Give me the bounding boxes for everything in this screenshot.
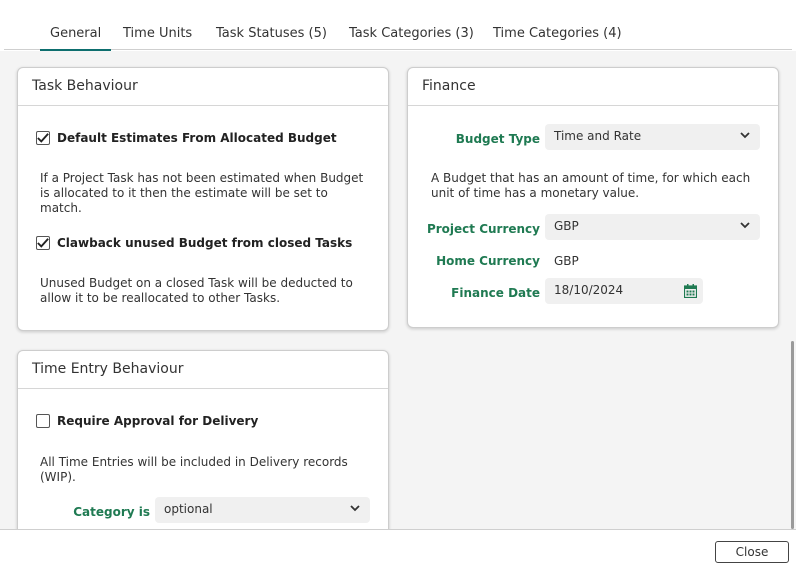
option-description: Unused Budget on a closed Task will be d… xyxy=(40,276,353,305)
tab-task-categories[interactable]: Task Categories (3) xyxy=(349,26,474,41)
checkbox-label: Clawback unused Budget from closed Tasks xyxy=(57,236,353,250)
category-label: Category is xyxy=(73,505,150,519)
home-currency-value: GBP xyxy=(554,254,579,268)
tab-general[interactable]: General xyxy=(39,26,112,51)
finance-panel: Finance Budget Type Time and Rate A Budg… xyxy=(407,67,779,328)
finance-date-label: Finance Date xyxy=(451,286,540,300)
clawback-option[interactable]: Clawback unused Budget from closed Tasks xyxy=(36,236,352,250)
project-currency-select[interactable]: GBP xyxy=(545,214,760,240)
check-icon xyxy=(37,238,49,248)
select-value: GBP xyxy=(554,219,579,233)
budget-type-select[interactable]: Time and Rate xyxy=(545,124,760,150)
budget-type-description: A Budget that has an amount of time, for… xyxy=(431,171,751,200)
checkbox-label: Require Approval for Delivery xyxy=(57,414,259,428)
default-estimates-option[interactable]: Default Estimates From Allocated Budget xyxy=(36,131,337,145)
chevron-down-icon xyxy=(350,505,360,512)
project-currency-label: Project Currency xyxy=(426,222,540,236)
calendar-icon[interactable] xyxy=(684,284,697,298)
date-value: 18/10/2024 xyxy=(554,283,624,297)
task-behaviour-panel: Task Behaviour Default Estimates From Al… xyxy=(17,67,389,331)
tab-time-categories[interactable]: Time Categories (4) xyxy=(493,26,622,41)
option-description: If a Project Task has not been estimated… xyxy=(40,171,364,215)
require-approval-checkbox[interactable] xyxy=(36,414,50,428)
panel-title: Time Entry Behaviour xyxy=(18,351,388,389)
checkbox-label: Default Estimates From Allocated Budget xyxy=(57,131,337,145)
panel-title: Task Behaviour xyxy=(18,68,388,106)
scrollbar-thumb[interactable] xyxy=(791,341,794,529)
dialog-footer: Close xyxy=(0,529,796,567)
default-estimates-checkbox[interactable] xyxy=(36,131,50,145)
chevron-down-icon xyxy=(740,222,750,229)
vertical-scrollbar[interactable] xyxy=(791,51,796,529)
require-approval-option[interactable]: Require Approval for Delivery xyxy=(36,414,258,428)
budget-type-label: Budget Type xyxy=(455,132,540,146)
tab-time-units[interactable]: Time Units xyxy=(123,26,192,41)
home-currency-label: Home Currency xyxy=(436,254,540,268)
select-value: optional xyxy=(164,502,213,516)
close-button[interactable]: Close xyxy=(715,541,789,563)
option-description: All Time Entries will be included in Del… xyxy=(40,455,348,484)
clawback-checkbox[interactable] xyxy=(36,236,50,250)
tab-bar: General Time Units Task Statuses (5) Tas… xyxy=(4,0,792,51)
time-entry-behaviour-panel: Time Entry Behaviour Require Approval fo… xyxy=(17,350,389,529)
finance-date-input[interactable]: 18/10/2024 xyxy=(545,278,703,304)
check-icon xyxy=(37,133,49,143)
select-value: Time and Rate xyxy=(554,129,642,143)
content-area: Task Behaviour Default Estimates From Al… xyxy=(0,51,792,529)
tab-task-statuses[interactable]: Task Statuses (5) xyxy=(216,26,327,41)
chevron-down-icon xyxy=(740,132,750,139)
panel-title: Finance xyxy=(408,68,778,106)
category-select[interactable]: optional xyxy=(155,497,370,523)
